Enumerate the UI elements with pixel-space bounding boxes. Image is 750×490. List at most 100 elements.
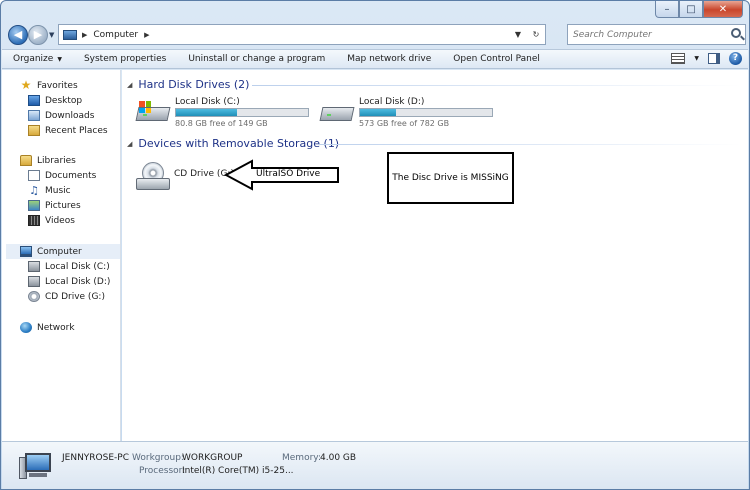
- caption-buttons: – □ ✕: [655, 1, 743, 18]
- workgroup-value: WORKGROUP: [182, 453, 243, 463]
- drive-free-space: 573 GB free of 782 GB: [359, 119, 450, 128]
- collapse-triangle-icon[interactable]: ◢: [127, 140, 132, 148]
- nav-libraries[interactable]: Libraries: [20, 153, 76, 168]
- navigation-pane: ★ Favorites Desktop Downloads Recent Pla…: [2, 70, 121, 441]
- nav-network[interactable]: Network: [20, 320, 75, 335]
- breadcrumb-arrow-icon[interactable]: ▶: [144, 31, 149, 39]
- nav-label: Network: [37, 322, 75, 333]
- explorer-window: – □ ✕ ◀ ▶ ▼ ▶ Computer ▶ ▼ ↻ Organize ▼ …: [0, 0, 750, 490]
- nav-music[interactable]: ♫ Music: [28, 183, 71, 198]
- nav-computer[interactable]: Computer: [6, 244, 120, 259]
- nav-local-disk-d[interactable]: Local Disk (D:): [28, 274, 110, 289]
- group-header-hard-disks[interactable]: ◢ Hard Disk Drives (2): [127, 78, 249, 91]
- search-input[interactable]: [568, 25, 718, 44]
- computer-icon: [63, 29, 77, 40]
- processor-label: Processor:: [139, 466, 186, 476]
- group-divider: [252, 85, 742, 86]
- nav-label: Computer: [37, 246, 82, 257]
- nav-label: Music: [45, 185, 71, 196]
- drive-free-space: 80.8 GB free of 149 GB: [175, 119, 268, 128]
- hard-drive-icon: [319, 101, 355, 124]
- breadcrumb-computer[interactable]: Computer: [93, 30, 138, 40]
- nav-documents[interactable]: Documents: [28, 168, 96, 183]
- usage-bar: [175, 108, 309, 117]
- organize-button[interactable]: Organize ▼: [2, 54, 73, 64]
- details-pane: JENNYROSE-PC Workgroup: WORKGROUP Memory…: [2, 441, 748, 489]
- nav-label: Desktop: [45, 95, 83, 106]
- address-dropdown-icon[interactable]: ▼: [509, 30, 527, 39]
- nav-label: CD Drive (G:): [45, 291, 105, 302]
- nav-label: Local Disk (C:): [45, 261, 110, 272]
- refresh-icon[interactable]: ↻: [527, 30, 545, 39]
- close-button[interactable]: ✕: [703, 1, 743, 18]
- computer-icon: [20, 246, 32, 257]
- preview-pane-icon[interactable]: [708, 53, 720, 64]
- search-icon[interactable]: [731, 28, 741, 38]
- usage-bar: [359, 108, 493, 117]
- nav-recent-places[interactable]: Recent Places: [28, 123, 108, 138]
- annotation-box-text: The Disc Drive is MISSiNG: [392, 173, 509, 183]
- maximize-button[interactable]: □: [679, 1, 703, 18]
- collapse-triangle-icon[interactable]: ◢: [127, 81, 132, 89]
- processor-value: Intel(R) Core(TM) i5-25...: [182, 466, 294, 476]
- nav-cd-drive-g[interactable]: CD Drive (G:): [28, 289, 105, 304]
- documents-icon: [28, 170, 40, 181]
- drive-tile-c[interactable]: Local Disk (C:) 80.8 GB free of 149 GB: [135, 97, 317, 131]
- cd-drive-icon: [28, 291, 40, 302]
- help-icon[interactable]: ?: [729, 52, 742, 65]
- drive-name: Local Disk (D:): [359, 97, 425, 107]
- minimize-button[interactable]: –: [655, 1, 679, 18]
- drive-name: Local Disk (C:): [175, 97, 240, 107]
- content-pane: ◢ Hard Disk Drives (2) Local Disk (C:) 8…: [122, 70, 748, 441]
- group-divider: [318, 144, 742, 145]
- downloads-icon: [28, 110, 40, 121]
- nav-pictures[interactable]: Pictures: [28, 198, 81, 213]
- nav-videos[interactable]: Videos: [28, 213, 75, 228]
- uninstall-program-button[interactable]: Uninstall or change a program: [177, 54, 336, 64]
- nav-label: Downloads: [45, 110, 95, 121]
- nav-label: Libraries: [37, 155, 76, 166]
- search-box[interactable]: [567, 24, 746, 45]
- recent-pages-dropdown[interactable]: ▼: [49, 31, 54, 39]
- breadcrumb-arrow-icon[interactable]: ▶: [82, 31, 87, 39]
- nav-label: Recent Places: [45, 125, 108, 136]
- music-icon: ♫: [29, 184, 39, 197]
- change-view-icon[interactable]: [671, 53, 686, 64]
- network-icon: [20, 322, 32, 333]
- chevron-down-icon[interactable]: ▼: [694, 55, 699, 62]
- command-bar: Organize ▼ System properties Uninstall o…: [2, 49, 748, 69]
- libraries-icon: [20, 155, 32, 166]
- computer-icon: [19, 453, 53, 479]
- windows-logo-icon: [139, 101, 151, 113]
- cd-drive-icon: [136, 162, 170, 192]
- forward-button[interactable]: ▶: [28, 25, 48, 45]
- nav-favorites[interactable]: ★ Favorites: [20, 78, 78, 93]
- map-network-drive-button[interactable]: Map network drive: [336, 54, 442, 64]
- open-control-panel-button[interactable]: Open Control Panel: [442, 54, 551, 64]
- group-header-removable[interactable]: ◢ Devices with Removable Storage (1): [127, 137, 339, 150]
- memory-label: Memory:: [282, 453, 321, 463]
- nav-label: Documents: [45, 170, 97, 181]
- nav-local-disk-c[interactable]: Local Disk (C:): [28, 259, 110, 274]
- back-button[interactable]: ◀: [8, 25, 28, 45]
- nav-label: Pictures: [45, 200, 81, 211]
- star-icon: ★: [20, 78, 32, 92]
- annotation-box: The Disc Drive is MISSiNG: [387, 152, 514, 204]
- hard-drive-icon: [135, 101, 171, 124]
- desktop-icon: [28, 95, 40, 106]
- computer-name: JENNYROSE-PC: [62, 453, 129, 463]
- drive-tile-cd-g[interactable]: CD Drive (G:): [136, 162, 236, 194]
- hard-drive-icon: [28, 261, 40, 272]
- workgroup-label: Workgroup:: [132, 453, 184, 463]
- group-title: Devices with Removable Storage (1): [138, 137, 340, 150]
- system-properties-button[interactable]: System properties: [73, 54, 177, 64]
- drive-tile-d[interactable]: Local Disk (D:) 573 GB free of 782 GB: [319, 97, 501, 131]
- memory-value: 4.00 GB: [320, 453, 357, 463]
- nav-desktop[interactable]: Desktop: [28, 93, 82, 108]
- address-bar[interactable]: ▶ Computer ▶ ▼ ↻: [58, 24, 546, 45]
- nav-label: Favorites: [37, 80, 78, 91]
- videos-icon: [28, 215, 40, 226]
- annotation-arrow-label: UltraISO Drive: [256, 169, 321, 179]
- nav-downloads[interactable]: Downloads: [28, 108, 94, 123]
- group-title: Hard Disk Drives (2): [138, 78, 250, 91]
